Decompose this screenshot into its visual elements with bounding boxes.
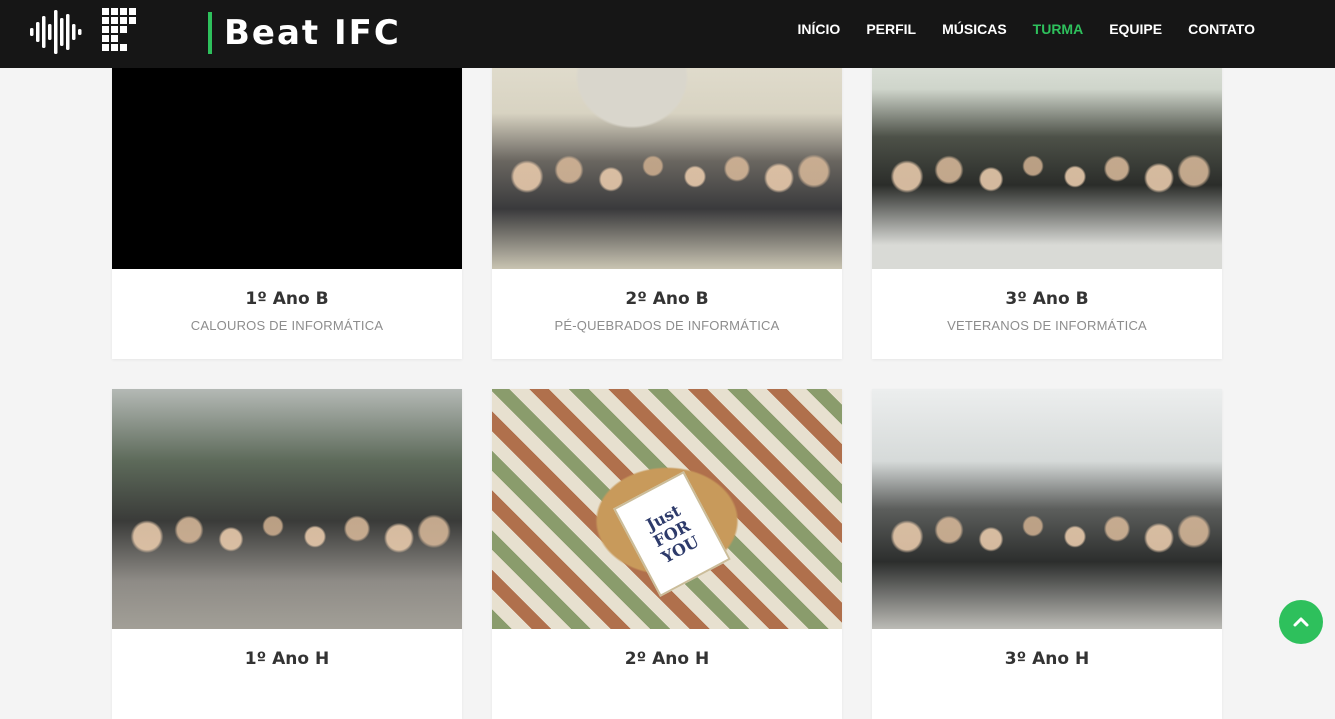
gift-tag: Just FOR YOU — [613, 471, 731, 597]
class-title: 3º Ano H — [1004, 649, 1090, 669]
class-subtitle: VETERANOS DE INFORMÁTICA — [947, 318, 1147, 333]
class-title: 2º Ano H — [624, 649, 710, 669]
class-card-1h[interactable]: 1º Ano H — [112, 389, 462, 719]
nav-item-perfil[interactable]: PERFIL — [866, 21, 916, 37]
brand-name[interactable]: Beat IFC — [224, 12, 401, 54]
if-logo-icon — [102, 8, 136, 51]
class-card-3h[interactable]: 3º Ano H — [872, 389, 1222, 719]
class-photo — [112, 389, 462, 629]
chevron-up-icon — [1293, 617, 1309, 627]
group-people — [492, 137, 842, 269]
site-header: Beat IFC INÍCIO PERFIL MÚSICAS TURMA EQU… — [0, 0, 1335, 68]
brand-accent-bar — [208, 12, 212, 54]
group-people — [872, 137, 1222, 269]
class-card-3b[interactable]: 3º Ano B VETERANOS DE INFORMÁTICA — [872, 29, 1222, 359]
class-card-2b[interactable]: 2º Ano B PÉ-QUEBRADOS DE INFORMÁTICA — [492, 29, 842, 359]
scroll-top-button[interactable] — [1279, 600, 1323, 644]
class-title: 2º Ano B — [625, 289, 709, 309]
group-people — [872, 497, 1222, 629]
nav-item-equipe[interactable]: EQUIPE — [1109, 21, 1162, 37]
class-title: 3º Ano B — [1005, 289, 1089, 309]
class-title: 1º Ano H — [244, 649, 330, 669]
nav-item-musicas[interactable]: MÚSICAS — [942, 21, 1007, 37]
main-nav: INÍCIO PERFIL MÚSICAS TURMA EQUIPE CONTA… — [798, 0, 1255, 58]
class-title: 1º Ano B — [245, 289, 329, 309]
class-card-2h[interactable]: Just FOR YOU 2º Ano H — [492, 389, 842, 719]
nav-item-turma[interactable]: TURMA — [1033, 21, 1084, 37]
class-card-1b[interactable]: 1º Ano B CALOUROS DE INFORMÁTICA — [112, 29, 462, 359]
nav-item-inicio[interactable]: INÍCIO — [798, 21, 841, 37]
nav-item-contato[interactable]: CONTATO — [1188, 21, 1255, 37]
class-photo: Just FOR YOU — [492, 389, 842, 629]
group-people — [112, 497, 462, 629]
class-subtitle: CALOUROS DE INFORMÁTICA — [190, 318, 384, 333]
class-photo — [872, 389, 1222, 629]
sound-wave-icon[interactable] — [30, 8, 82, 56]
class-subtitle: PÉ-QUEBRADOS DE INFORMÁTICA — [554, 318, 780, 333]
